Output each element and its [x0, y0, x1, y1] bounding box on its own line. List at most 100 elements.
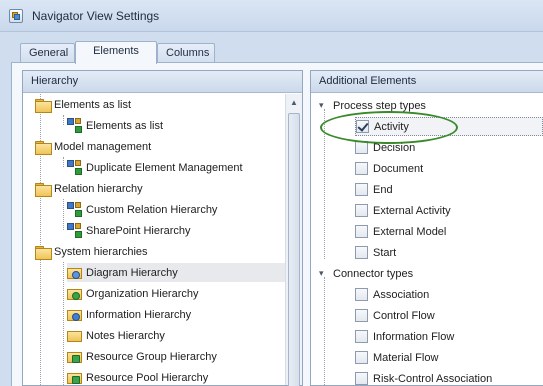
group-process-step-types[interactable]: ▾ Process step types — [319, 96, 426, 115]
checkbox[interactable] — [355, 204, 368, 217]
tab-columns[interactable]: Columns — [157, 43, 215, 63]
tree-item-label: Duplicate Element Management — [86, 161, 243, 174]
checkbox[interactable] — [355, 288, 368, 301]
tree-item-label: Diagram Hierarchy — [86, 266, 178, 279]
tree-item-folder[interactable]: Elements as list — [35, 95, 131, 114]
tree-item-hierarchy[interactable]: Organization Hierarchy — [67, 284, 199, 303]
tree-item-label: Elements as list — [54, 98, 132, 111]
checkbox-label: External Activity — [373, 204, 451, 217]
window-title: Navigator View Settings — [32, 9, 160, 23]
checkbox-label: Risk-Control Association — [373, 372, 493, 385]
hierarchy-scrollbar[interactable]: ▲ — [285, 94, 302, 386]
checkbox-item-activity[interactable]: Activity — [355, 117, 543, 136]
tree-item-hierarchy[interactable]: Custom Relation Hierarchy — [67, 200, 217, 219]
app-icon — [9, 9, 23, 23]
checkbox-item-end[interactable]: End — [355, 180, 393, 199]
tree-item-label: Information Hierarchy — [86, 308, 192, 321]
diagram-hierarchy-icon — [67, 265, 83, 281]
checkbox-item-decision[interactable]: Decision — [355, 138, 415, 157]
tree-item-folder[interactable]: Relation hierarchy — [35, 179, 143, 198]
hierarchy-icon — [67, 201, 83, 218]
tree-item-hierarchy[interactable]: Information Hierarchy — [67, 305, 191, 324]
hierarchy-tree[interactable]: Elements as list Elements as list Model … — [23, 94, 302, 386]
folder-icon — [35, 98, 52, 113]
organization-hierarchy-icon — [67, 286, 83, 302]
checkbox[interactable] — [355, 225, 368, 238]
checkbox-item-material-flow[interactable]: Material Flow — [355, 348, 438, 367]
checkbox-item-control-flow[interactable]: Control Flow — [355, 306, 435, 325]
resource-group-hierarchy-icon — [67, 349, 83, 365]
information-hierarchy-icon — [67, 307, 83, 323]
tree-item-hierarchy[interactable]: Duplicate Element Management — [67, 158, 243, 177]
tree-guide-line — [324, 109, 325, 259]
checkbox-item-external-activity[interactable]: External Activity — [355, 201, 451, 220]
checkbox[interactable] — [355, 246, 368, 259]
additional-elements-tree[interactable]: ▾ Process step types Activity Decision D… — [311, 94, 543, 386]
checkbox-label: External Model — [373, 225, 447, 238]
additional-elements-header: Additional Elements — [311, 71, 543, 93]
tree-item-label: Relation hierarchy — [54, 182, 143, 195]
collapse-icon[interactable]: ▾ — [319, 100, 329, 111]
tree-item-label: Model management — [54, 140, 152, 153]
tree-item-hierarchy[interactable]: Resource Group Hierarchy — [67, 347, 217, 366]
checkbox-label: Control Flow — [373, 309, 435, 322]
checkbox-label: Information Flow — [373, 330, 455, 343]
tree-item-selected[interactable]: Diagram Hierarchy — [67, 263, 286, 282]
hierarchy-icon — [67, 117, 83, 134]
checkbox[interactable] — [355, 183, 368, 196]
notes-hierarchy-icon — [67, 328, 83, 344]
hierarchy-icon — [67, 159, 83, 176]
group-label: Process step types — [333, 99, 426, 112]
checkbox[interactable] — [355, 330, 368, 343]
checkbox-label: Document — [373, 162, 424, 175]
tree-item-label: Resource Group Hierarchy — [86, 350, 217, 363]
hierarchy-panel: Hierarchy Elements as list Elements as l… — [22, 70, 303, 386]
checkbox-item-risk-control-association[interactable]: Risk-Control Association — [355, 369, 492, 386]
tree-item-label: Organization Hierarchy — [86, 287, 199, 300]
checkbox-label: Decision — [373, 141, 416, 154]
checkbox-item-external-model[interactable]: External Model — [355, 222, 446, 241]
tab-general[interactable]: General — [20, 43, 75, 63]
checkbox[interactable] — [355, 141, 368, 154]
checkbox-label: Association — [373, 288, 430, 301]
tree-item-hierarchy[interactable]: Resource Pool Hierarchy — [67, 368, 208, 386]
checkbox-item-document[interactable]: Document — [355, 159, 423, 178]
tree-item-label: Resource Pool Hierarchy — [86, 371, 209, 384]
tree-item-hierarchy[interactable]: Elements as list — [67, 116, 163, 135]
checkbox-label: Activity — [374, 120, 409, 133]
group-connector-types[interactable]: ▾ Connector types — [319, 264, 413, 283]
folder-icon — [35, 140, 52, 155]
tree-item-label: Elements as list — [86, 119, 164, 132]
tree-guide-line — [63, 157, 64, 167]
tree-item-folder[interactable]: System hierarchies — [35, 242, 148, 261]
checkbox-label: Material Flow — [373, 351, 439, 364]
checkbox[interactable] — [355, 351, 368, 364]
resource-pool-hierarchy-icon — [67, 370, 83, 386]
checkbox-label: Start — [373, 246, 397, 259]
tab-elements[interactable]: Elements — [75, 41, 157, 64]
scroll-up-icon[interactable]: ▲ — [286, 94, 302, 110]
tree-guide-line — [63, 262, 64, 386]
checkbox[interactable] — [355, 309, 368, 322]
hierarchy-icon — [67, 222, 83, 239]
scroll-thumb[interactable] — [288, 113, 300, 386]
checkbox-item-information-flow[interactable]: Information Flow — [355, 327, 454, 346]
tree-item-folder[interactable]: Model management — [35, 137, 151, 156]
hierarchy-header: Hierarchy — [23, 71, 302, 93]
tree-item-label: Notes Hierarchy — [86, 329, 165, 342]
tree-item-hierarchy[interactable]: SharePoint Hierarchy — [67, 221, 191, 240]
checkbox[interactable] — [355, 372, 368, 385]
checkbox-item-association[interactable]: Association — [355, 285, 429, 304]
title-bar: Navigator View Settings — [0, 0, 543, 32]
tree-item-label: System hierarchies — [54, 245, 148, 258]
tree-guide-line — [63, 115, 64, 125]
checkbox[interactable] — [355, 162, 368, 175]
checkbox-label: End — [373, 183, 393, 196]
tree-item-hierarchy[interactable]: Notes Hierarchy — [67, 326, 165, 345]
additional-elements-panel: Additional Elements ▾ Process step types… — [310, 70, 543, 386]
tree-item-label: Custom Relation Hierarchy — [86, 203, 218, 216]
tree-guide-line — [324, 277, 325, 386]
collapse-icon[interactable]: ▾ — [319, 268, 329, 279]
checkbox-item-start[interactable]: Start — [355, 243, 396, 262]
checkbox-checked[interactable] — [356, 120, 369, 133]
